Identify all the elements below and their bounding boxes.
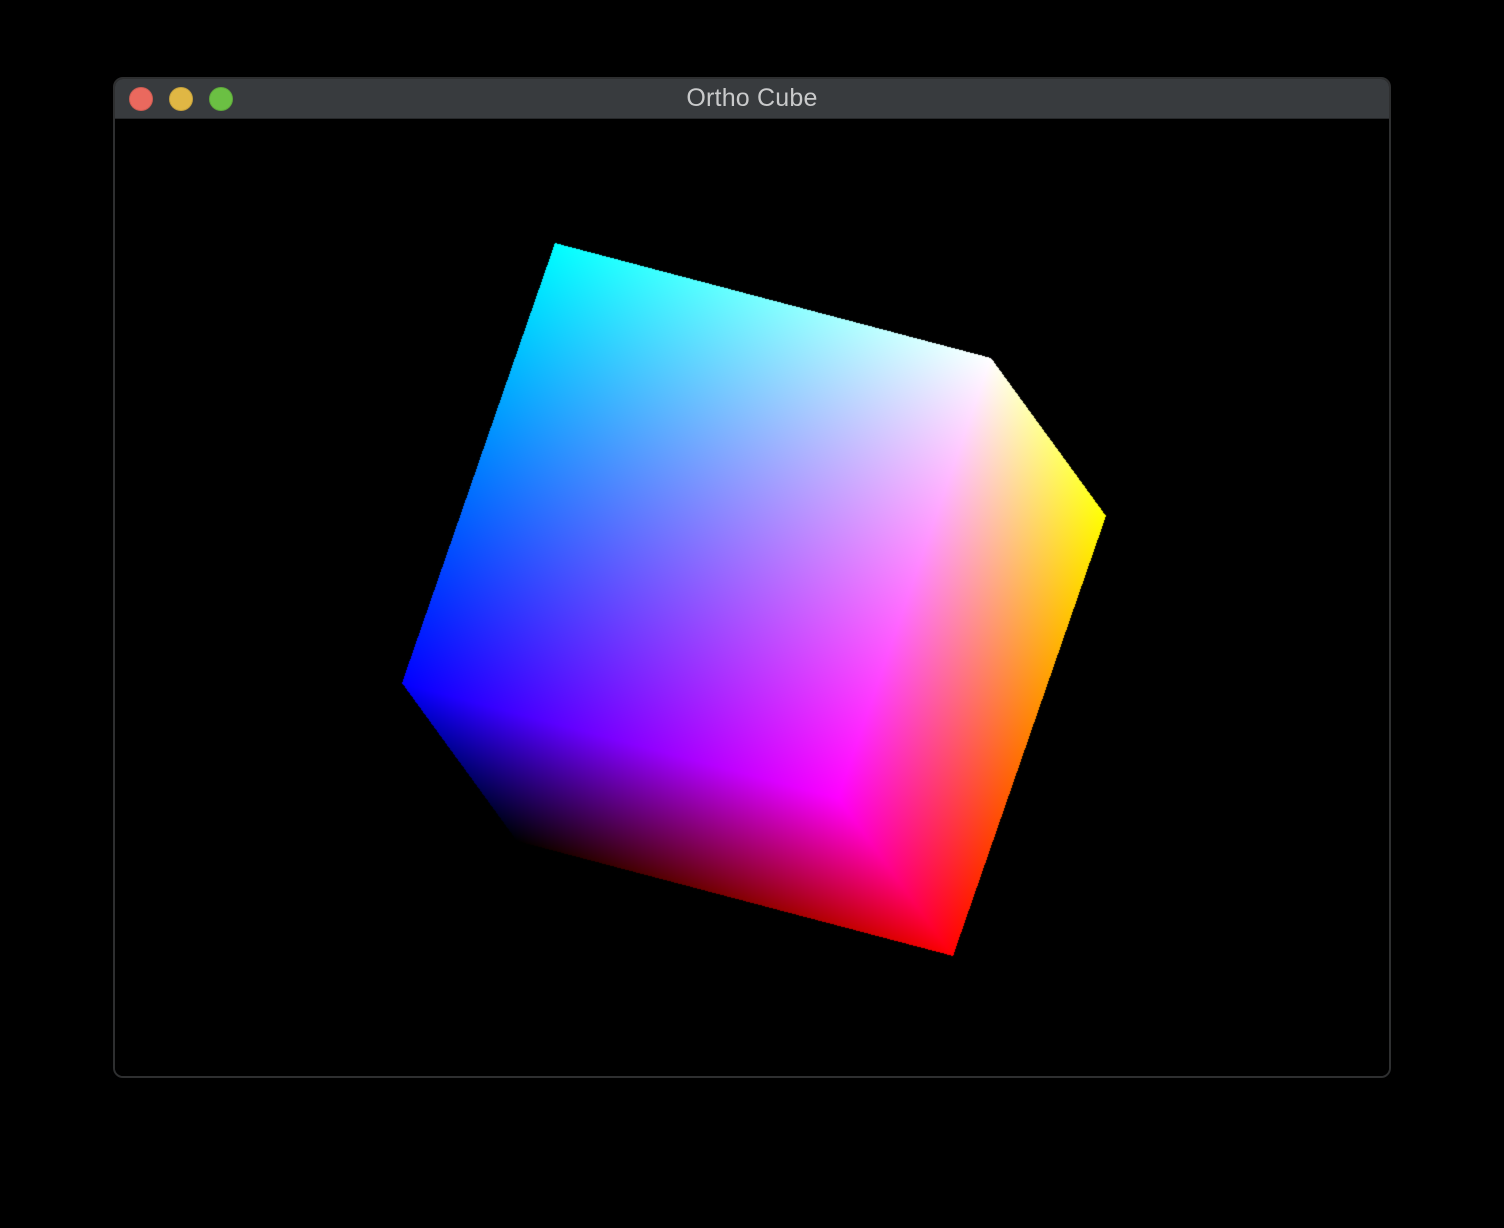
minimize-button[interactable]	[169, 87, 193, 111]
traffic-lights	[129, 79, 233, 118]
window-titlebar[interactable]: Ortho Cube	[115, 79, 1389, 119]
close-button[interactable]	[129, 87, 153, 111]
window-title: Ortho Cube	[686, 84, 817, 113]
desktop-background: Ortho Cube	[0, 0, 1504, 1228]
app-window: Ortho Cube	[113, 77, 1391, 1078]
zoom-button[interactable]	[209, 87, 233, 111]
gl-viewport	[115, 119, 1389, 1076]
